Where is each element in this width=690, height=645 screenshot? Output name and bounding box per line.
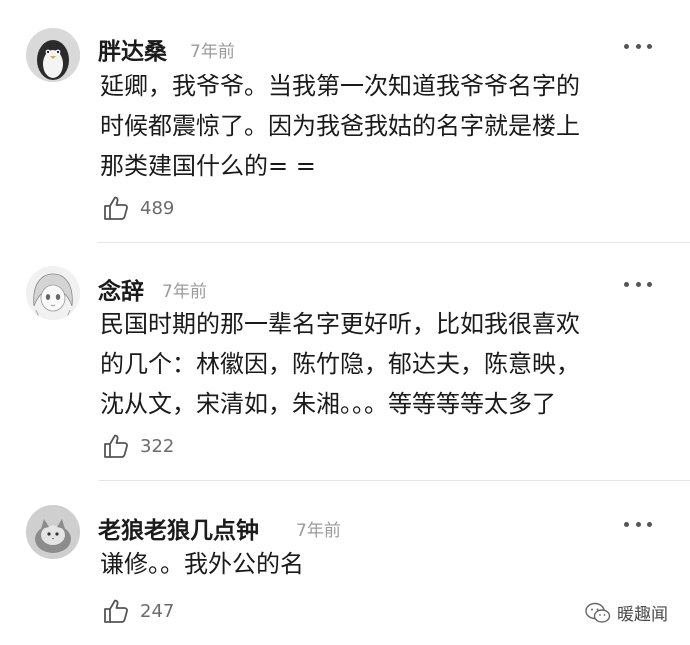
wechat-logo-icon — [585, 602, 611, 623]
like-count: 322 — [140, 435, 175, 457]
like-button[interactable]: 489 — [102, 194, 174, 222]
avatar[interactable] — [26, 505, 80, 559]
comment-text: 谦修。。我外公的名 — [100, 544, 660, 584]
more-options-button[interactable] — [624, 42, 652, 50]
more-options-button[interactable] — [624, 520, 652, 528]
thumbs-up-icon — [104, 599, 128, 623]
comment-line: 延卿，我爷爷。当我第一次知道我爷爷名字的 — [100, 72, 580, 100]
comment-line: 的几个：林徽因，陈竹隐，郁达夫，陈意映， — [100, 350, 580, 378]
like-count: 489 — [140, 197, 175, 219]
anime-girl-avatar-icon — [26, 266, 80, 320]
avatar[interactable] — [26, 28, 80, 82]
like-button[interactable]: 247 — [102, 597, 174, 625]
comment-line: 谦修。。我外公的名 — [100, 550, 304, 578]
avatar[interactable] — [26, 266, 80, 320]
more-dots-icon — [624, 281, 629, 287]
comment-text: 民国时期的那一辈名字更好听，比如我很喜欢 的几个：林徽因，陈竹隐，郁达夫，陈意映… — [100, 304, 660, 424]
username[interactable]: 胖达桑 — [98, 32, 167, 66]
like-count: 247 — [140, 600, 175, 622]
cat-avatar-icon — [26, 505, 80, 559]
like-button[interactable]: 322 — [102, 432, 174, 460]
username[interactable]: 念辞 — [98, 272, 144, 306]
comment-text: 延卿，我爷爷。当我第一次知道我爷爷名字的 时候都震惊了。因为我爸我姑的名字就是楼… — [100, 66, 660, 186]
timestamp: 7年前 — [190, 42, 235, 62]
watermark: 暖趣闻 — [585, 600, 668, 625]
more-dots-icon — [624, 43, 629, 49]
watermark-label: 暖趣闻 — [617, 605, 668, 625]
comment-line: 沈从文，宋清如，朱湘。。。等等等等太多了 — [100, 390, 556, 418]
comment-line: 那类建国什么的= = — [100, 152, 316, 180]
username[interactable]: 老狼老狼几点钟 — [98, 511, 259, 545]
comment-line: 民国时期的那一辈名字更好听，比如我很喜欢 — [100, 310, 580, 338]
comment-divider — [98, 242, 690, 243]
penguin-avatar-icon — [26, 28, 80, 82]
timestamp: 7年前 — [162, 282, 207, 302]
more-dots-icon — [624, 521, 629, 527]
thumbs-up-icon — [104, 434, 128, 458]
more-options-button[interactable] — [624, 280, 652, 288]
thumbs-up-icon — [104, 196, 128, 220]
comment-line: 时候都震惊了。因为我爸我姑的名字就是楼上 — [100, 112, 580, 140]
comment-divider — [98, 480, 690, 481]
timestamp: 7年前 — [296, 521, 341, 541]
